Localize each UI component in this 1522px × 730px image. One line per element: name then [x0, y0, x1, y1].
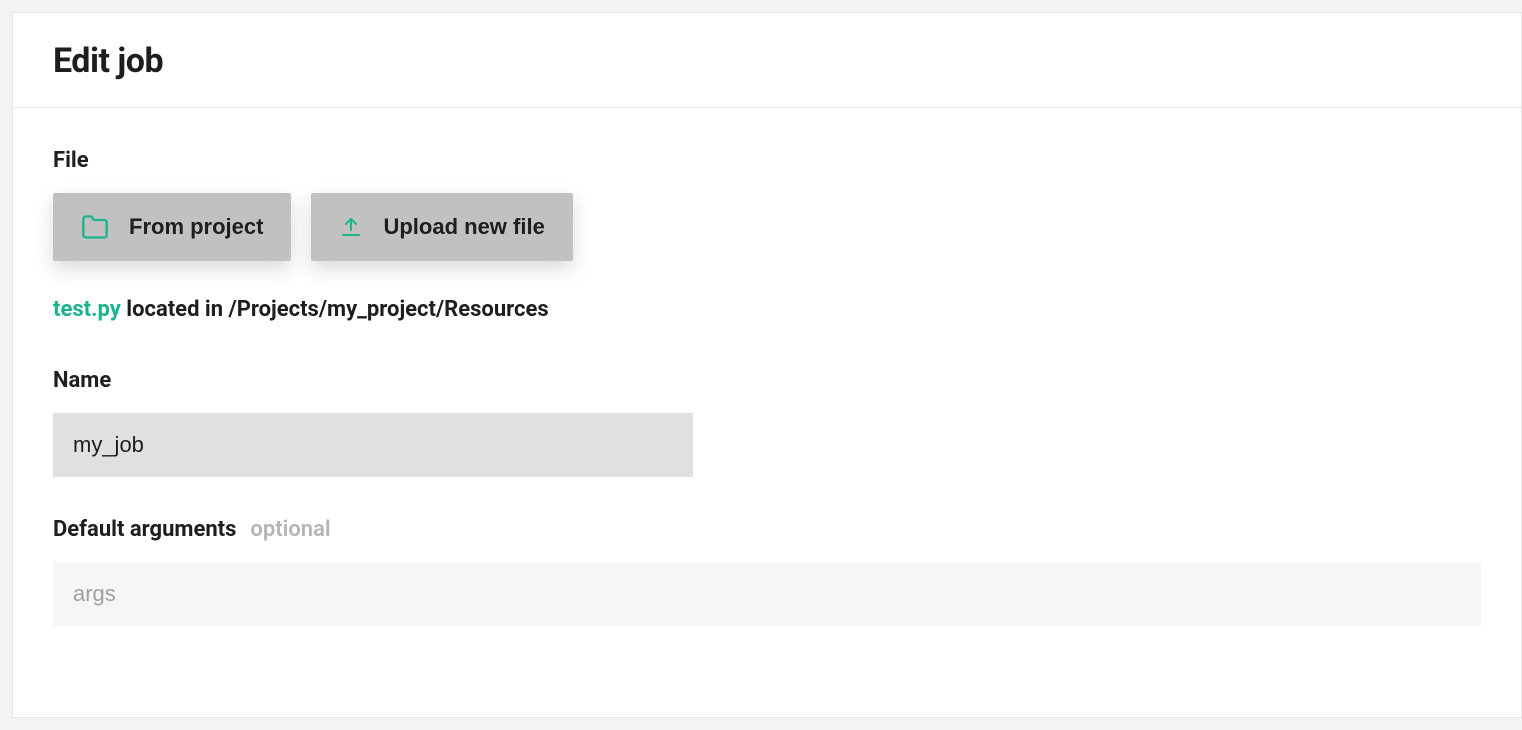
panel-body: File From project Upload	[13, 108, 1521, 666]
panel-header: Edit job	[13, 13, 1521, 108]
job-name-input[interactable]	[53, 413, 693, 477]
upload-file-label: Upload new file	[383, 214, 544, 240]
file-label: File	[53, 148, 1481, 173]
edit-job-panel: Edit job File From project	[12, 12, 1522, 718]
optional-tag: optional	[250, 517, 330, 542]
folder-icon	[81, 213, 109, 241]
upload-icon	[339, 215, 363, 239]
selected-filename: test.py	[53, 297, 121, 322]
default-args-input[interactable]	[53, 562, 1481, 626]
file-path: located in /Projects/my_project/Resource…	[126, 297, 548, 322]
default-args-label: Default arguments	[53, 517, 236, 542]
from-project-button[interactable]: From project	[53, 193, 291, 261]
file-location-text: test.py located in /Projects/my_project/…	[53, 297, 1481, 322]
page-title: Edit job	[53, 41, 1481, 81]
upload-file-button[interactable]: Upload new file	[311, 193, 572, 261]
args-label-row: Default arguments optional	[53, 517, 1481, 542]
from-project-label: From project	[129, 214, 263, 240]
name-label: Name	[53, 368, 1481, 393]
file-source-buttons: From project Upload new file	[53, 193, 1481, 261]
